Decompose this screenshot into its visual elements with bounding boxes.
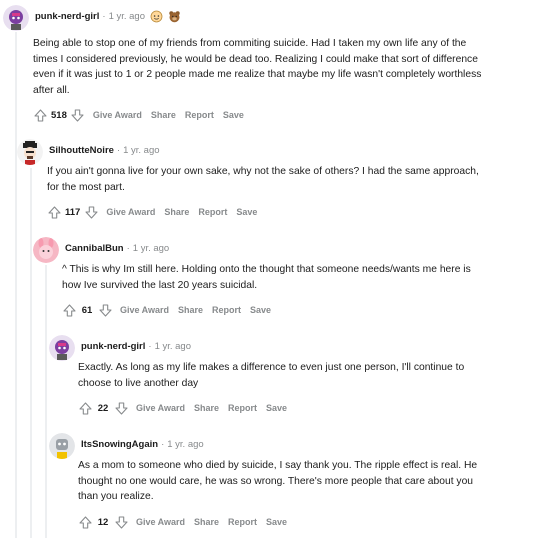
comment-actions: 22 Give Award Share Report Save: [78, 400, 287, 416]
downvote-icon[interactable]: [98, 303, 112, 317]
report-button[interactable]: Report: [228, 403, 257, 413]
downvote-icon[interactable]: [114, 515, 128, 529]
comment-body: As a mom to someone who died by suicide,…: [78, 460, 478, 502]
comment-meta: ItsSnowingAgain · 1 yr. ago: [81, 433, 204, 455]
save-button[interactable]: Save: [236, 207, 257, 217]
comment-meta: punk-nerd-girl · 1 yr. ago: [81, 335, 191, 357]
save-button[interactable]: Save: [266, 517, 287, 527]
give-award-button[interactable]: Give Award: [136, 517, 185, 527]
give-award-button[interactable]: Give Award: [136, 403, 185, 413]
username[interactable]: punk-nerd-girl: [81, 341, 145, 352]
username[interactable]: SilhoutteNoire: [49, 145, 114, 156]
downvote-icon[interactable]: [71, 108, 85, 122]
username[interactable]: CannibalBun: [65, 243, 124, 254]
comment-actions: 12 Give Award Share Report Save: [78, 514, 287, 530]
share-button[interactable]: Share: [194, 517, 219, 527]
separator: ·: [126, 242, 130, 254]
timestamp[interactable]: 1 yr. ago: [123, 145, 159, 156]
comment: ItsSnowingAgain · 1 yr. ago As a mom to …: [49, 433, 533, 538]
report-button[interactable]: Report: [185, 110, 214, 120]
comment-body: Exactly. As long as my life makes a diff…: [78, 362, 465, 389]
vote-score: 61: [81, 304, 93, 316]
save-button[interactable]: Save: [266, 403, 287, 413]
downvote-icon[interactable]: [114, 401, 128, 415]
timestamp[interactable]: 1 yr. ago: [155, 341, 191, 352]
avatar[interactable]: [17, 139, 43, 165]
bear-award-icon[interactable]: [168, 10, 181, 23]
comment-actions: 117 Give Award Share Report Save: [47, 204, 257, 220]
separator: ·: [116, 144, 121, 156]
comment: SilhoutteNoire · 1 yr. ago If you ain't …: [17, 139, 533, 229]
comment-actions: 518 Give Award Share Report Save: [33, 107, 244, 123]
comment: punk-nerd-girl · 1 yr. ago Being able to…: [3, 5, 533, 125]
timestamp[interactable]: 1 yr. ago: [109, 11, 145, 22]
report-button[interactable]: Report: [212, 305, 241, 315]
separator: ·: [148, 340, 152, 352]
upvote-icon[interactable]: [47, 205, 61, 219]
share-button[interactable]: Share: [194, 403, 219, 413]
username[interactable]: ItsSnowingAgain: [81, 439, 158, 450]
save-button[interactable]: Save: [250, 305, 271, 315]
comment: CannibalBun · 1 yr. ago ^ This is why Im…: [33, 237, 533, 327]
separator: ·: [102, 10, 106, 22]
share-button[interactable]: Share: [178, 305, 203, 315]
timestamp[interactable]: 1 yr. ago: [133, 243, 169, 254]
comment-meta: punk-nerd-girl · 1 yr. ago: [35, 5, 181, 27]
upvote-icon[interactable]: [62, 303, 76, 317]
upvote-icon[interactable]: [78, 401, 92, 415]
vote-score: 12: [97, 516, 109, 528]
report-button[interactable]: Report: [228, 517, 257, 527]
avatar[interactable]: [3, 5, 29, 31]
comment-meta: SilhoutteNoire · 1 yr. ago: [49, 139, 160, 161]
avatar[interactable]: [33, 237, 59, 263]
avatar[interactable]: [49, 335, 75, 361]
wholesome-award-icon[interactable]: [150, 10, 163, 23]
give-award-button[interactable]: Give Award: [106, 207, 155, 217]
comment-body: ^ This is why Im still here. Holding ont…: [62, 264, 471, 291]
give-award-button[interactable]: Give Award: [93, 110, 142, 120]
comment-actions: 61 Give Award Share Report Save: [62, 302, 271, 318]
share-button[interactable]: Share: [151, 110, 176, 120]
comment-body: If you ain't gonna live for your own sak…: [47, 166, 479, 193]
timestamp[interactable]: 1 yr. ago: [167, 439, 203, 450]
vote-score: 117: [65, 206, 81, 218]
comment-meta: CannibalBun · 1 yr. ago: [65, 237, 169, 259]
avatar[interactable]: [49, 433, 75, 459]
upvote-icon[interactable]: [33, 108, 47, 122]
report-button[interactable]: Report: [198, 207, 227, 217]
comment-body: Being able to stop one of my friends fro…: [33, 38, 482, 96]
share-button[interactable]: Share: [164, 207, 189, 217]
username[interactable]: punk-nerd-girl: [35, 11, 99, 22]
vote-score: 22: [97, 402, 109, 414]
separator: ·: [161, 438, 165, 450]
give-award-button[interactable]: Give Award: [120, 305, 169, 315]
save-button[interactable]: Save: [223, 110, 244, 120]
upvote-icon[interactable]: [78, 515, 92, 529]
vote-score: 518: [51, 109, 67, 121]
downvote-icon[interactable]: [84, 205, 98, 219]
comment: punk-nerd-girl · 1 yr. ago Exactly. As l…: [49, 335, 533, 425]
